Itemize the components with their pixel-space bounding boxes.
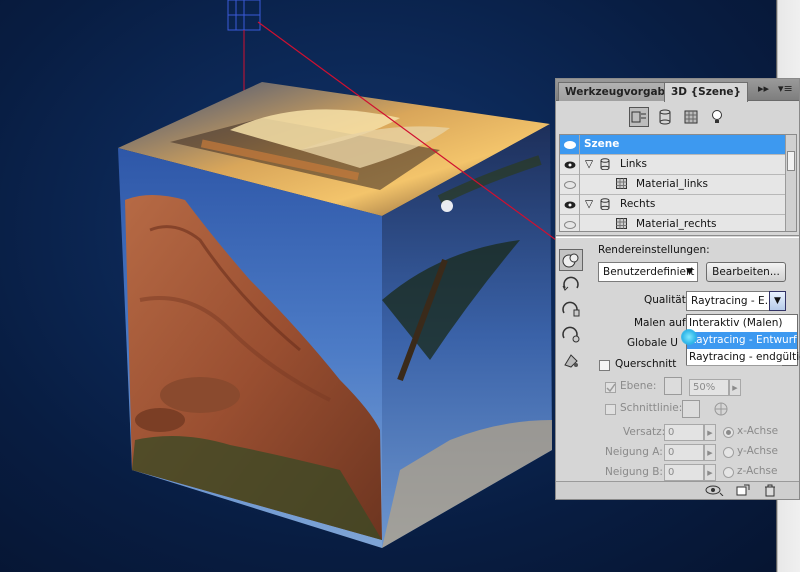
tree-row-material-rechts[interactable]: Material_rechts [560,215,786,231]
plane-label: Ebene: [620,380,657,392]
3d-scene-panel: Werkzeugvorgaben 3D {Szene} ▸▸ ▾≡ Szene [555,78,800,500]
render-side-tools [559,249,585,374]
flip-section-icon[interactable] [712,400,730,421]
tilt-b-spin-icon[interactable]: ▶ [704,464,716,481]
mesh-render-icon[interactable] [559,299,583,321]
cursor-indicator [681,329,697,345]
intersection-color-swatch[interactable] [682,400,700,418]
tree-row-links[interactable]: ▽ Links [560,155,786,175]
tree-label-rechts: Rechts [620,198,656,210]
mesh-icon[interactable] [655,107,675,127]
scene-tree: Szene ▽ Links Material_links ▽ Rechts Ma… [559,134,797,232]
quality-dropdown-arrow-icon[interactable]: ▼ [769,291,786,311]
plane-color-swatch[interactable] [664,377,682,395]
visibility-eye-icon[interactable] [560,195,580,215]
panel-menu-icon[interactable]: ▾≡ [778,82,793,95]
paint-mask-icon[interactable] [559,349,583,371]
axis-x-label: x-Achse [737,425,779,437]
offset-field[interactable]: 0 [664,424,704,441]
tilt-b-label: Neigung B: [605,466,663,478]
tilt-a-field[interactable]: 0 [664,444,704,461]
quality-option-interaktiv[interactable]: Interaktiv (Malen) [687,315,797,332]
intersection-label: Schnittlinie: [620,402,683,414]
scene-icon[interactable] [628,107,649,127]
material-icon [616,178,627,192]
render-settings-icon[interactable] [559,249,583,271]
offset-label: Versatz: [623,426,666,438]
panel-splitter[interactable] [556,235,799,238]
quality-option-raytracing-endgueltig[interactable]: Raytracing - endgültig [687,349,800,366]
tree-row-scene[interactable]: Szene [560,135,786,155]
render-preset-value: Benutzerdefiniert [603,266,695,278]
visibility-toggle-icon[interactable] [704,484,726,499]
tree-scrollbar[interactable] [785,135,796,231]
panel-tab-bar: Werkzeugvorgaben 3D {Szene} ▸▸ ▾≡ [556,79,799,102]
light-icon[interactable] [707,107,727,127]
visibility-eye-icon[interactable] [560,215,580,231]
visibility-eye-icon[interactable] [560,135,580,155]
chevron-down-icon: ▼ [686,267,693,277]
visibility-eye-icon[interactable] [560,155,580,175]
new-item-icon[interactable] [736,484,750,499]
rotate-object-icon[interactable] [559,274,583,296]
panel-status-bar [556,481,799,499]
tree-row-material-links[interactable]: Material_links [560,175,786,195]
expand-triangle-icon[interactable]: ▽ [585,158,593,170]
axis-x-radio[interactable] [723,427,734,438]
mesh-icon [600,198,610,213]
axis-z-radio[interactable] [723,467,734,478]
paint-on-label: Malen auf: [634,317,689,329]
quality-dropdown-list: Interaktiv (Malen) Raytracing - Entwurf … [686,314,800,366]
quality-label: Qualität: [644,294,690,306]
quality-select[interactable]: Raytracing - E... [686,291,770,311]
plane-checkbox[interactable] [605,382,616,393]
axis-z-label: z-Achse [737,465,778,477]
render-settings-heading: Rendereinstellungen: [598,244,710,256]
tree-label-links: Links [620,158,647,170]
3d-axis-widget[interactable] [227,0,261,95]
axis-y-radio[interactable] [723,447,734,458]
material-icon [616,218,627,231]
panel-toolbar [556,102,799,132]
trash-icon[interactable] [764,484,776,500]
plane-opacity-field[interactable]: 50% [689,379,729,396]
quality-option-raytracing-entwurf[interactable]: Raytracing - Entwurf [687,332,797,349]
global-lighting-label: Globale U [627,337,678,349]
quality-value: Raytracing - E... [691,295,770,307]
edit-render-button[interactable]: Bearbeiten... [706,262,786,282]
tree-row-rechts[interactable]: ▽ Rechts [560,195,786,215]
panel-collapse-icon[interactable]: ▸▸ [758,82,769,95]
tab-3d-szene[interactable]: 3D {Szene} [664,82,749,102]
tilt-b-field[interactable]: 0 [664,464,704,481]
material-icon[interactable] [681,107,701,127]
scrollbar-thumb[interactable] [787,151,795,171]
intersection-checkbox[interactable] [605,404,616,415]
tree-label-scene: Szene [584,138,620,150]
tree-label-material-links: Material_links [636,178,708,190]
tree-label-material-rechts: Material_rechts [636,218,717,230]
tilt-a-spin-icon[interactable]: ▶ [704,444,716,461]
mesh-icon [600,158,610,173]
offset-spin-icon[interactable]: ▶ [704,424,716,441]
axis-y-label: y-Achse [737,445,778,457]
pan-object-icon[interactable] [559,324,583,346]
tilt-a-label: Neigung A: [605,446,663,458]
expand-triangle-icon[interactable]: ▽ [585,198,593,210]
cross-section-checkbox[interactable] [599,360,610,371]
render-preset-select[interactable]: Benutzerdefiniert ▼ [598,262,698,282]
plane-opacity-spin-icon[interactable]: ▶ [729,379,741,396]
section-divider [686,365,782,366]
cross-section-label: Querschnitt [615,358,677,370]
visibility-eye-icon[interactable] [560,175,580,195]
